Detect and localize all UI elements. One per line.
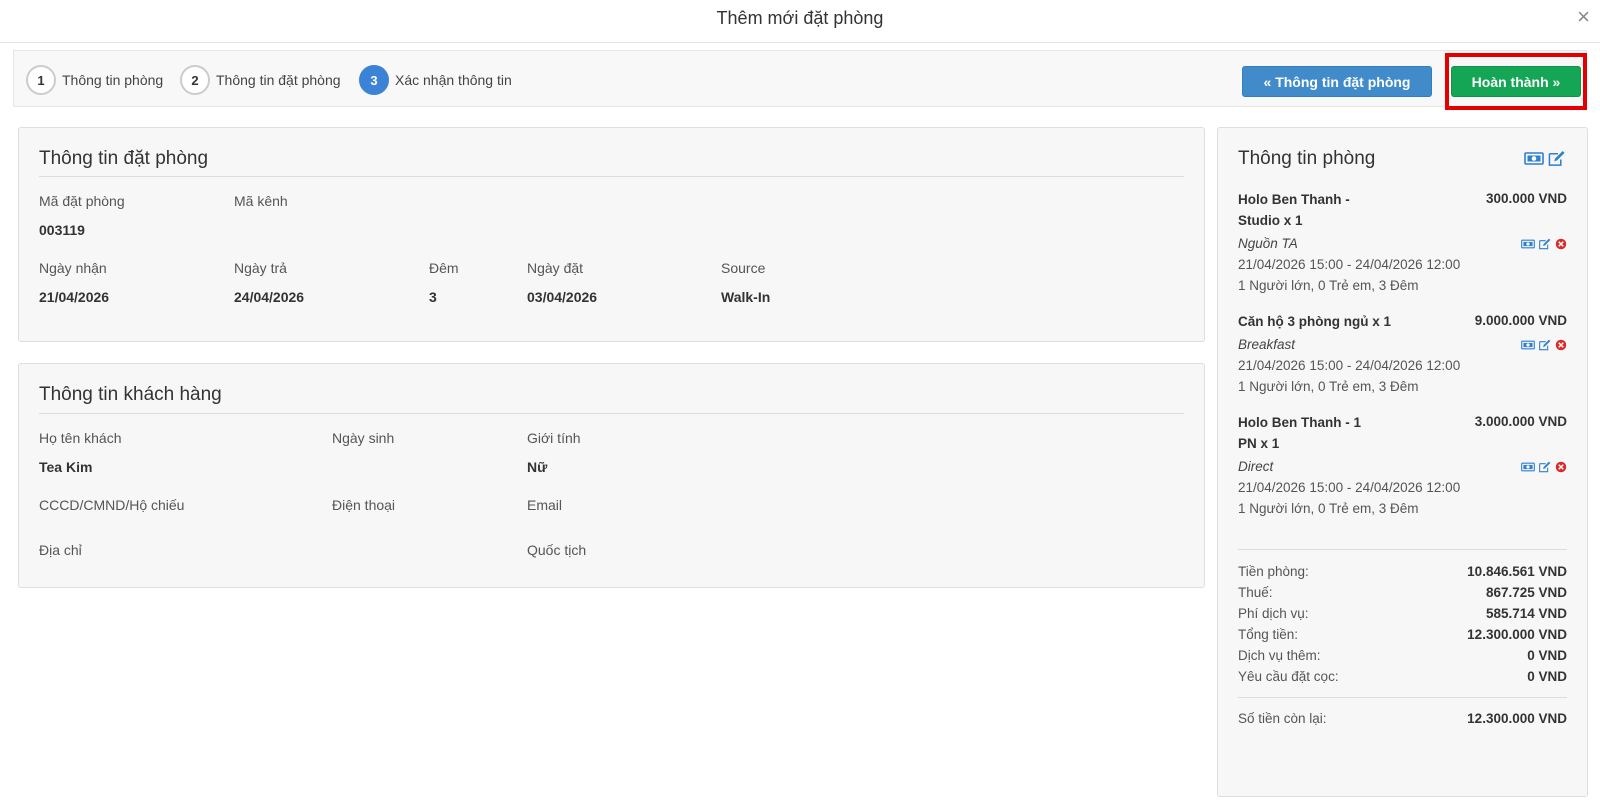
room-price: 3.000.000 VND (1474, 414, 1567, 429)
id-document-label: CCCD/CMND/Hộ chiếu (39, 497, 185, 513)
edit-icon[interactable] (1547, 150, 1567, 167)
room-dates: 21/04/2026 15:00 - 24/04/2026 12:00 (1238, 257, 1461, 272)
money-icon[interactable] (1524, 150, 1544, 167)
step-label: Xác nhận thông tin (395, 72, 512, 88)
checkin-label: Ngày nhận (39, 260, 107, 276)
total-value: 12.300.000 VND (1467, 627, 1567, 642)
booked-date-label: Ngày đặt (527, 260, 584, 276)
room-name: Căn hộ 3 phòng ngủ x 1 (1238, 314, 1391, 329)
room-source: Nguồn TA (1238, 236, 1298, 251)
room-guests: 1 Người lớn, 0 Trẻ em, 3 Đêm (1238, 379, 1419, 394)
modal-title: Thêm mới đặt phòng (716, 8, 884, 28)
room-charge-label: Tiền phòng: (1238, 564, 1309, 579)
room-guests: 1 Người lớn, 0 Trẻ em, 3 Đêm (1238, 278, 1419, 293)
room-name: Holo Ben Thanh - 1 PN x 1 (1238, 415, 1361, 451)
room-dates: 21/04/2026 15:00 - 24/04/2026 12:00 (1238, 358, 1461, 373)
booked-date-value: 03/04/2026 (527, 289, 598, 305)
gender-label: Giới tính (527, 430, 581, 446)
checkout-value: 24/04/2026 (234, 289, 305, 305)
channel-code-label: Mã kênh (234, 193, 288, 209)
money-icon[interactable] (1521, 238, 1535, 250)
step-number: 2 (180, 65, 210, 95)
panel-title: Thông tin đặt phòng (39, 148, 209, 169)
close-icon[interactable]: × (1577, 6, 1590, 28)
booking-info-panel: Thông tin đặt phòng Mã đặt phòng Mã kênh… (18, 127, 1205, 342)
edit-icon[interactable] (1538, 339, 1552, 351)
extra-services-value: 0 VND (1527, 648, 1567, 663)
checkout-label: Ngày trả (234, 260, 287, 276)
panel-title: Thông tin khách hàng (39, 384, 222, 405)
booking-code-label: Mã đặt phòng (39, 193, 125, 209)
nationality-label: Quốc tịch (527, 542, 587, 558)
deposit-label: Yêu cầu đặt cọc: (1238, 669, 1339, 684)
tax-label: Thuế: (1238, 585, 1273, 600)
edit-icon[interactable] (1538, 461, 1552, 473)
room-charge-value: 10.846.561 VND (1467, 564, 1567, 579)
remove-icon[interactable] (1555, 238, 1567, 250)
remove-icon[interactable] (1555, 461, 1567, 473)
guest-name-label: Họ tên khách (39, 430, 122, 446)
guest-name-value: Tea Kim (39, 459, 93, 475)
room-source: Direct (1238, 459, 1274, 474)
back-to-booking-info-button[interactable]: « Thông tin đặt phòng (1242, 66, 1432, 97)
room-source: Breakfast (1238, 337, 1296, 352)
checkin-value: 21/04/2026 (39, 289, 110, 305)
remaining-label: Số tiền còn lại: (1238, 711, 1327, 726)
service-fee-label: Phí dịch vụ: (1238, 606, 1309, 621)
money-icon[interactable] (1521, 339, 1535, 351)
highlight-box (1445, 53, 1587, 110)
room-name: Holo Ben Thanh - Studio x 1 (1238, 192, 1350, 228)
step-label: Thông tin đặt phòng (216, 72, 341, 88)
nights-label: Đêm (429, 260, 459, 276)
source-value: Walk-In (721, 289, 771, 305)
remaining-value: 12.300.000 VND (1467, 711, 1567, 726)
phone-label: Điện thoại (332, 497, 396, 513)
divider (39, 176, 1184, 177)
source-label: Source (721, 260, 766, 276)
email-label: Email (527, 497, 563, 513)
guest-info-panel: Thông tin khách hàng Họ tên khách Ngày s… (18, 363, 1205, 588)
step-number: 1 (26, 65, 56, 95)
room-panel-actions (1524, 150, 1567, 167)
room-guests: 1 Người lớn, 0 Trẻ em, 3 Đêm (1238, 501, 1419, 516)
total-label: Tổng tiền: (1238, 627, 1299, 642)
modal-header: Thêm mới đặt phòng × (0, 0, 1600, 43)
money-icon[interactable] (1521, 461, 1535, 473)
deposit-value: 0 VND (1527, 669, 1567, 684)
remove-icon[interactable] (1555, 339, 1567, 351)
divider (1238, 697, 1567, 698)
room-info-panel: Thông tin phòng Holo Ben Thanh - Studio … (1217, 127, 1588, 797)
gender-value: Nữ (527, 459, 548, 475)
address-label: Địa chỉ (39, 542, 82, 558)
dob-label: Ngày sinh (332, 430, 395, 446)
nights-value: 3 (429, 289, 437, 305)
booking-code-value: 003119 (39, 222, 85, 238)
service-fee-value: 585.714 VND (1485, 606, 1567, 621)
room-price: 300.000 VND (1485, 191, 1567, 206)
step-booking-info[interactable]: 2 Thông tin đặt phòng (180, 65, 341, 95)
step-label: Thông tin phòng (62, 72, 164, 88)
divider (39, 413, 1184, 414)
step-confirm-info[interactable]: 3 Xác nhận thông tin (359, 65, 512, 95)
room-price: 9.000.000 VND (1474, 313, 1567, 328)
step-room-info[interactable]: 1 Thông tin phòng (26, 65, 163, 95)
step-number: 3 (359, 65, 389, 95)
room-dates: 21/04/2026 15:00 - 24/04/2026 12:00 (1238, 480, 1461, 495)
extra-services-label: Dịch vụ thêm: (1238, 648, 1321, 663)
panel-title: Thông tin phòng (1238, 148, 1376, 169)
divider (1238, 549, 1567, 550)
tax-value: 867.725 VND (1485, 585, 1567, 600)
room-actions (1521, 238, 1567, 250)
edit-icon[interactable] (1538, 238, 1552, 250)
room-actions (1521, 339, 1567, 351)
room-actions (1521, 461, 1567, 473)
